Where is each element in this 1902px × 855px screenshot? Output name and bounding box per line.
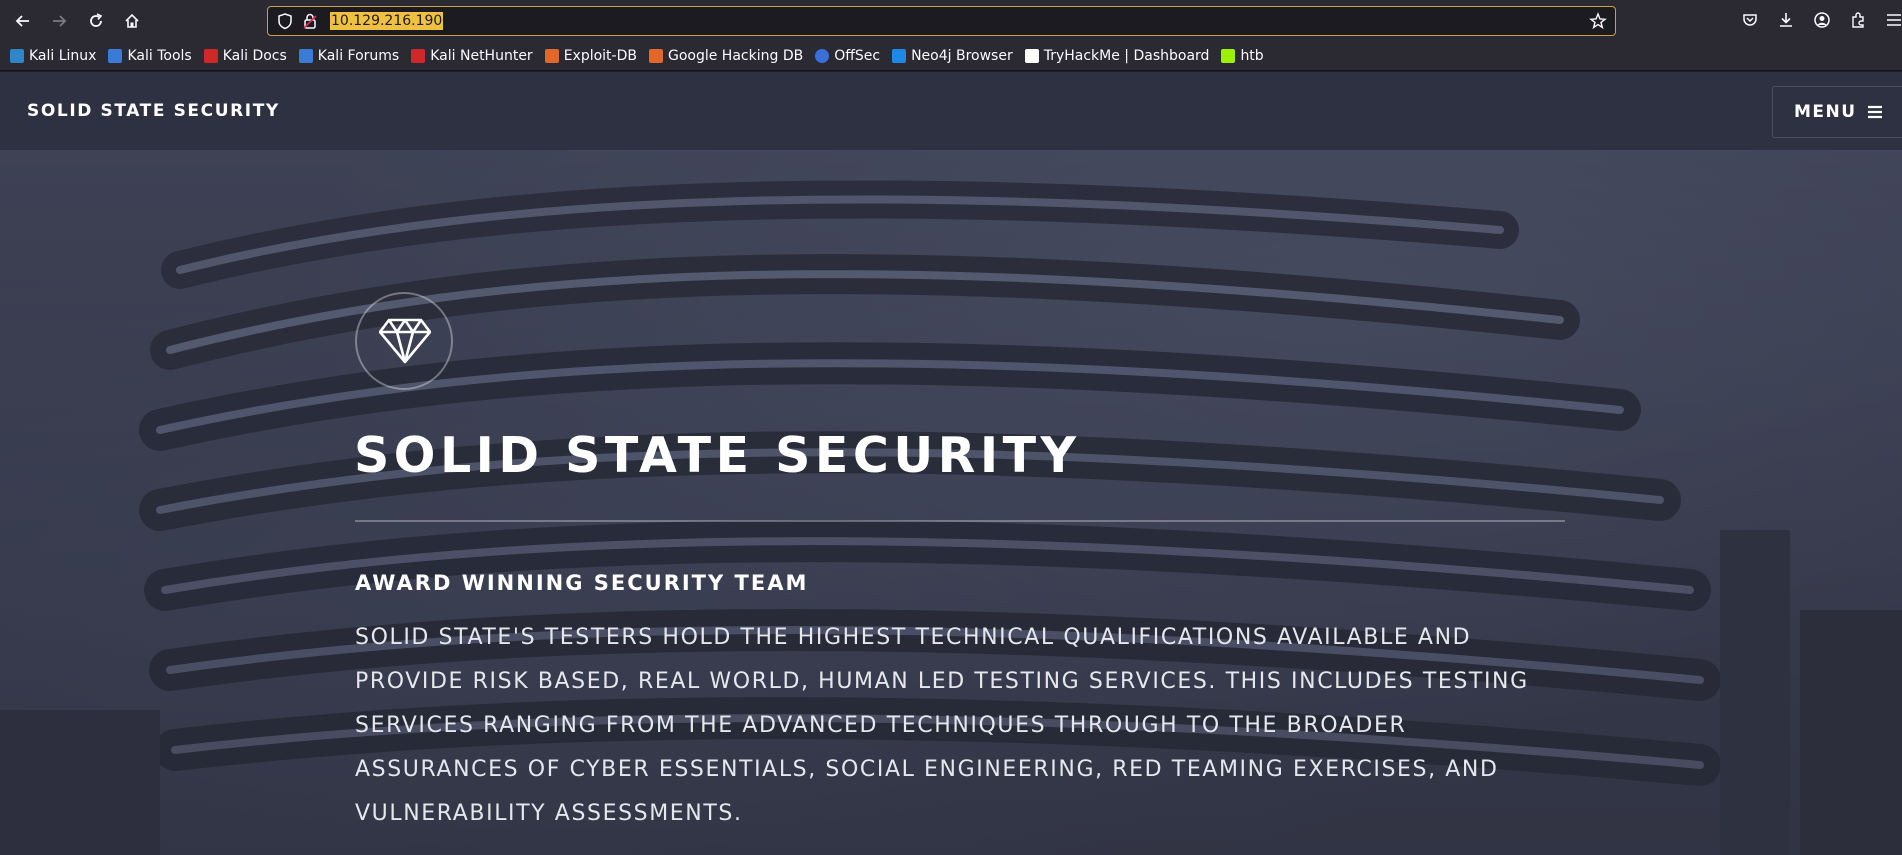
download-icon <box>1780 13 1792 27</box>
kali-tools-icon <box>108 49 123 63</box>
bookmark-offsec[interactable]: OffSec <box>815 48 880 64</box>
bookmark-kali-tools[interactable]: Kali Tools <box>108 48 192 64</box>
kali-linux-icon <box>10 49 24 63</box>
exploit-db-icon <box>544 49 559 63</box>
kali-forums-icon <box>298 49 313 63</box>
back-icon <box>15 15 29 27</box>
browser-toolbar: 10.129.216.190 <box>0 0 1902 42</box>
tryhackme-icon <box>1024 49 1039 63</box>
pocket-button[interactable] <box>1741 11 1761 31</box>
hero-banner: SOLID STATE SECURITY AWARD WINNING SECUR… <box>0 150 1902 855</box>
menu-label: MENU <box>1794 102 1857 122</box>
kali-docs-icon <box>203 49 218 63</box>
bookmark-tryhackme[interactable]: TryHackMe | Dashboard <box>1024 48 1209 64</box>
bookmark-kali-linux[interactable]: Kali Linux <box>10 48 96 64</box>
star-icon[interactable] <box>1589 12 1607 30</box>
hero-subtitle: AWARD WINNING SECURITY TEAM <box>355 571 809 595</box>
bookmark-exploit-db[interactable]: Exploit-DB <box>544 48 637 64</box>
forward-icon <box>53 15 67 27</box>
menu-button[interactable]: MENU <box>1772 86 1902 138</box>
htb-icon <box>1221 49 1236 63</box>
neo4j-icon <box>892 49 907 63</box>
bookmark-neo4j-browser[interactable]: Neo4j Browser <box>892 48 1013 64</box>
app-menu-button[interactable] <box>1885 11 1902 31</box>
bookmark-htb[interactable]: htb <box>1221 48 1264 64</box>
url-text[interactable]: 10.129.216.190 <box>330 12 444 30</box>
address-bar[interactable]: 10.129.216.190 <box>267 6 1616 36</box>
diamond-icon <box>379 318 431 364</box>
home-button[interactable] <box>120 9 144 33</box>
extensions-icon <box>1852 12 1864 28</box>
site-header: SOLID STATE SECURITY MENU <box>0 72 1902 150</box>
hamburger-icon <box>1868 105 1882 119</box>
extensions-button[interactable] <box>1849 11 1869 31</box>
lock-icon[interactable] <box>301 12 319 30</box>
downloads-button[interactable] <box>1777 11 1797 31</box>
bookmarks-bar: Kali Linux Kali Tools Kali Docs Kali For… <box>0 42 1902 71</box>
offsec-icon <box>815 49 830 63</box>
shield-icon[interactable] <box>276 12 294 30</box>
logo-circle <box>355 292 453 390</box>
account-icon <box>1814 12 1830 28</box>
kali-nethunter-icon <box>411 49 426 63</box>
hamburger-icon <box>1887 14 1901 26</box>
account-button[interactable] <box>1813 11 1833 31</box>
site-title-link[interactable]: SOLID STATE SECURITY <box>27 101 280 121</box>
forward-button[interactable] <box>47 9 71 33</box>
bookmark-kali-forums[interactable]: Kali Forums <box>298 48 399 64</box>
hero-description: Solid State's testers hold the highest t… <box>355 625 1529 826</box>
bookmark-kali-docs[interactable]: Kali Docs <box>203 48 287 64</box>
google-hacking-db-icon <box>648 49 663 63</box>
home-icon <box>125 13 139 28</box>
bookmark-google-hacking-db[interactable]: Google Hacking DB <box>648 48 803 64</box>
pocket-icon <box>1743 14 1757 26</box>
hero-title: SOLID STATE SECURITY <box>354 427 1081 484</box>
reload-icon <box>90 13 103 27</box>
hero-divider <box>355 520 1565 522</box>
reload-button[interactable] <box>84 9 108 33</box>
back-button[interactable] <box>11 9 35 33</box>
web-page: SOLID STATE SECURITY MENU SOLID STATE SE… <box>0 72 1902 855</box>
bookmark-kali-nethunter[interactable]: Kali NetHunter <box>411 48 533 64</box>
